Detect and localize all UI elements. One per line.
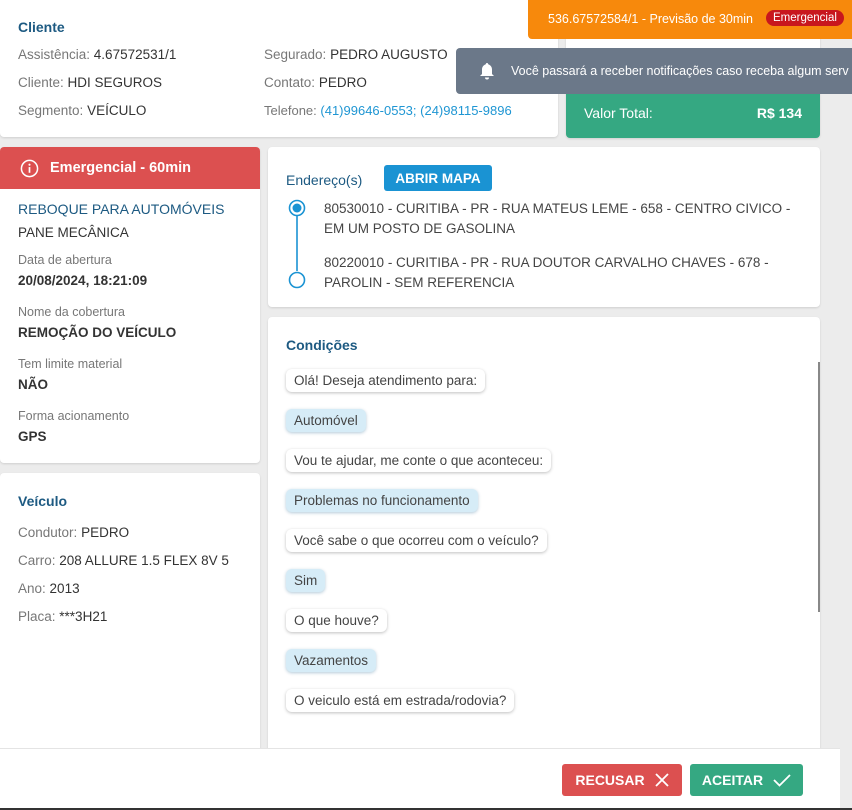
servico-tipo: REBOQUE PARA AUTOMÓVEIS xyxy=(18,201,225,217)
emergencial-header: Emergencial - 60min xyxy=(0,147,260,189)
veiculo-title: Veículo xyxy=(18,493,68,509)
answer-bubble: Sim xyxy=(286,569,326,592)
emergencial-badge: Emergencial xyxy=(766,10,844,26)
conditions-chat: Olá! Deseja atendimento para: Automóvel Vo… xyxy=(286,369,796,729)
cobertura-value: REMOÇÃO DO VEÍCULO xyxy=(18,325,177,340)
info-icon xyxy=(20,159,39,178)
bell-icon xyxy=(480,63,494,80)
limite-label: Tem limite material xyxy=(18,357,123,371)
aceitar-label: ACEITAR xyxy=(701,772,764,788)
check-icon xyxy=(773,774,791,787)
ano-field: Ano: 2013 xyxy=(18,581,80,596)
question-bubble: Olá! Deseja atendimento para: xyxy=(286,369,486,392)
placa-field: Placa: ***3H21 xyxy=(18,609,108,624)
acionamento-label: Forma acionamento xyxy=(18,409,130,423)
toast-text: Você passará a receber notificações caso… xyxy=(511,64,849,78)
servico-problema: PANE MECÂNICA xyxy=(18,225,129,240)
segurado-field: Segurado: PEDRO AUGUSTO xyxy=(264,47,448,62)
acionamento-value: GPS xyxy=(18,429,47,444)
valor-total-card: Valor Total: R$ 134 xyxy=(566,88,820,138)
cobertura-label: Nome da cobertura xyxy=(18,305,126,319)
abrir-mapa-button[interactable]: ABRIR MAPA xyxy=(384,165,492,191)
cliente-title: Cliente xyxy=(18,19,65,35)
enderecos-card: Endereço(s) ABRIR MAPA 80530010 - CURITI… xyxy=(268,147,820,307)
condicoes-title: Condições xyxy=(286,337,358,353)
notification-toast[interactable]: Você passará a receber notificações caso… xyxy=(456,48,852,94)
valor-value: R$ 134 xyxy=(756,105,802,121)
recusar-button[interactable]: RECUSAR xyxy=(562,764,682,796)
aceitar-button[interactable]: ACEITAR xyxy=(690,764,803,796)
answer-bubble: Vazamentos xyxy=(286,649,377,672)
data-label: Data de abertura xyxy=(18,253,112,267)
servico-card: Emergencial - 60min REBOQUE PARA AUTOMÓV… xyxy=(0,147,260,463)
question-bubble: Vou te ajudar, me conte o que aconteceu: xyxy=(286,449,552,472)
answer-bubble: Automóvel xyxy=(286,409,366,432)
banner-text: 536.67572584/1 - Previsão de 30min xyxy=(548,12,754,26)
route-timeline-icon xyxy=(288,199,306,289)
question-bubble: O que houve? xyxy=(286,609,387,632)
endereco-destino: 80220010 - CURITIBA - PR - RUA DOUTOR CA… xyxy=(324,255,769,290)
question-bubble: O veiculo está em estrada/rodovia? xyxy=(286,689,515,712)
endereco-origem: 80530010 - CURITIBA - PR - RUA MATEUS LE… xyxy=(324,201,791,236)
telefone-field: Telefone: (41)99646-0553; (24)98115-9896 xyxy=(264,103,512,118)
condicoes-card: Condições Olá! Deseja atendimento para: A… xyxy=(268,317,820,767)
limite-value: NÃO xyxy=(18,377,48,392)
segmento-field: Segmento: VEÍCULO xyxy=(18,103,147,118)
carro-field: Carro: 208 ALLURE 1.5 FLEX 8V 5 xyxy=(18,553,229,568)
veiculo-card: Veículo Condutor: PEDRO Carro: 208 ALLUR… xyxy=(0,473,260,763)
data-value: 20/08/2024, 18:21:09 xyxy=(18,273,148,288)
condutor-field: Condutor: PEDRO xyxy=(18,525,130,540)
service-banner[interactable]: 536.67572584/1 - Previsão de 30min Emerg… xyxy=(528,0,852,39)
scrollbar[interactable] xyxy=(818,362,820,612)
emergencial-title: Emergencial - 60min xyxy=(50,160,192,176)
cliente-field: Cliente: HDI SEGUROS xyxy=(18,75,163,90)
assistencia-field: Assistência: 4.67572531/1 xyxy=(18,47,177,62)
question-bubble: Você sabe o que ocorreu com o veículo? xyxy=(286,529,547,552)
enderecos-title: Endereço(s) xyxy=(286,172,363,188)
recusar-label: RECUSAR xyxy=(575,772,645,788)
close-icon xyxy=(654,773,669,787)
valor-label: Valor Total: xyxy=(584,105,653,121)
telefone-link[interactable]: (41)99646-0553; (24)98115-9896 xyxy=(320,103,511,118)
contato-field: Contato: PEDRO xyxy=(264,75,367,90)
answer-bubble: Problemas no funcionamento xyxy=(286,489,478,512)
footer-bar: RECUSAR ACEITAR xyxy=(0,748,840,808)
